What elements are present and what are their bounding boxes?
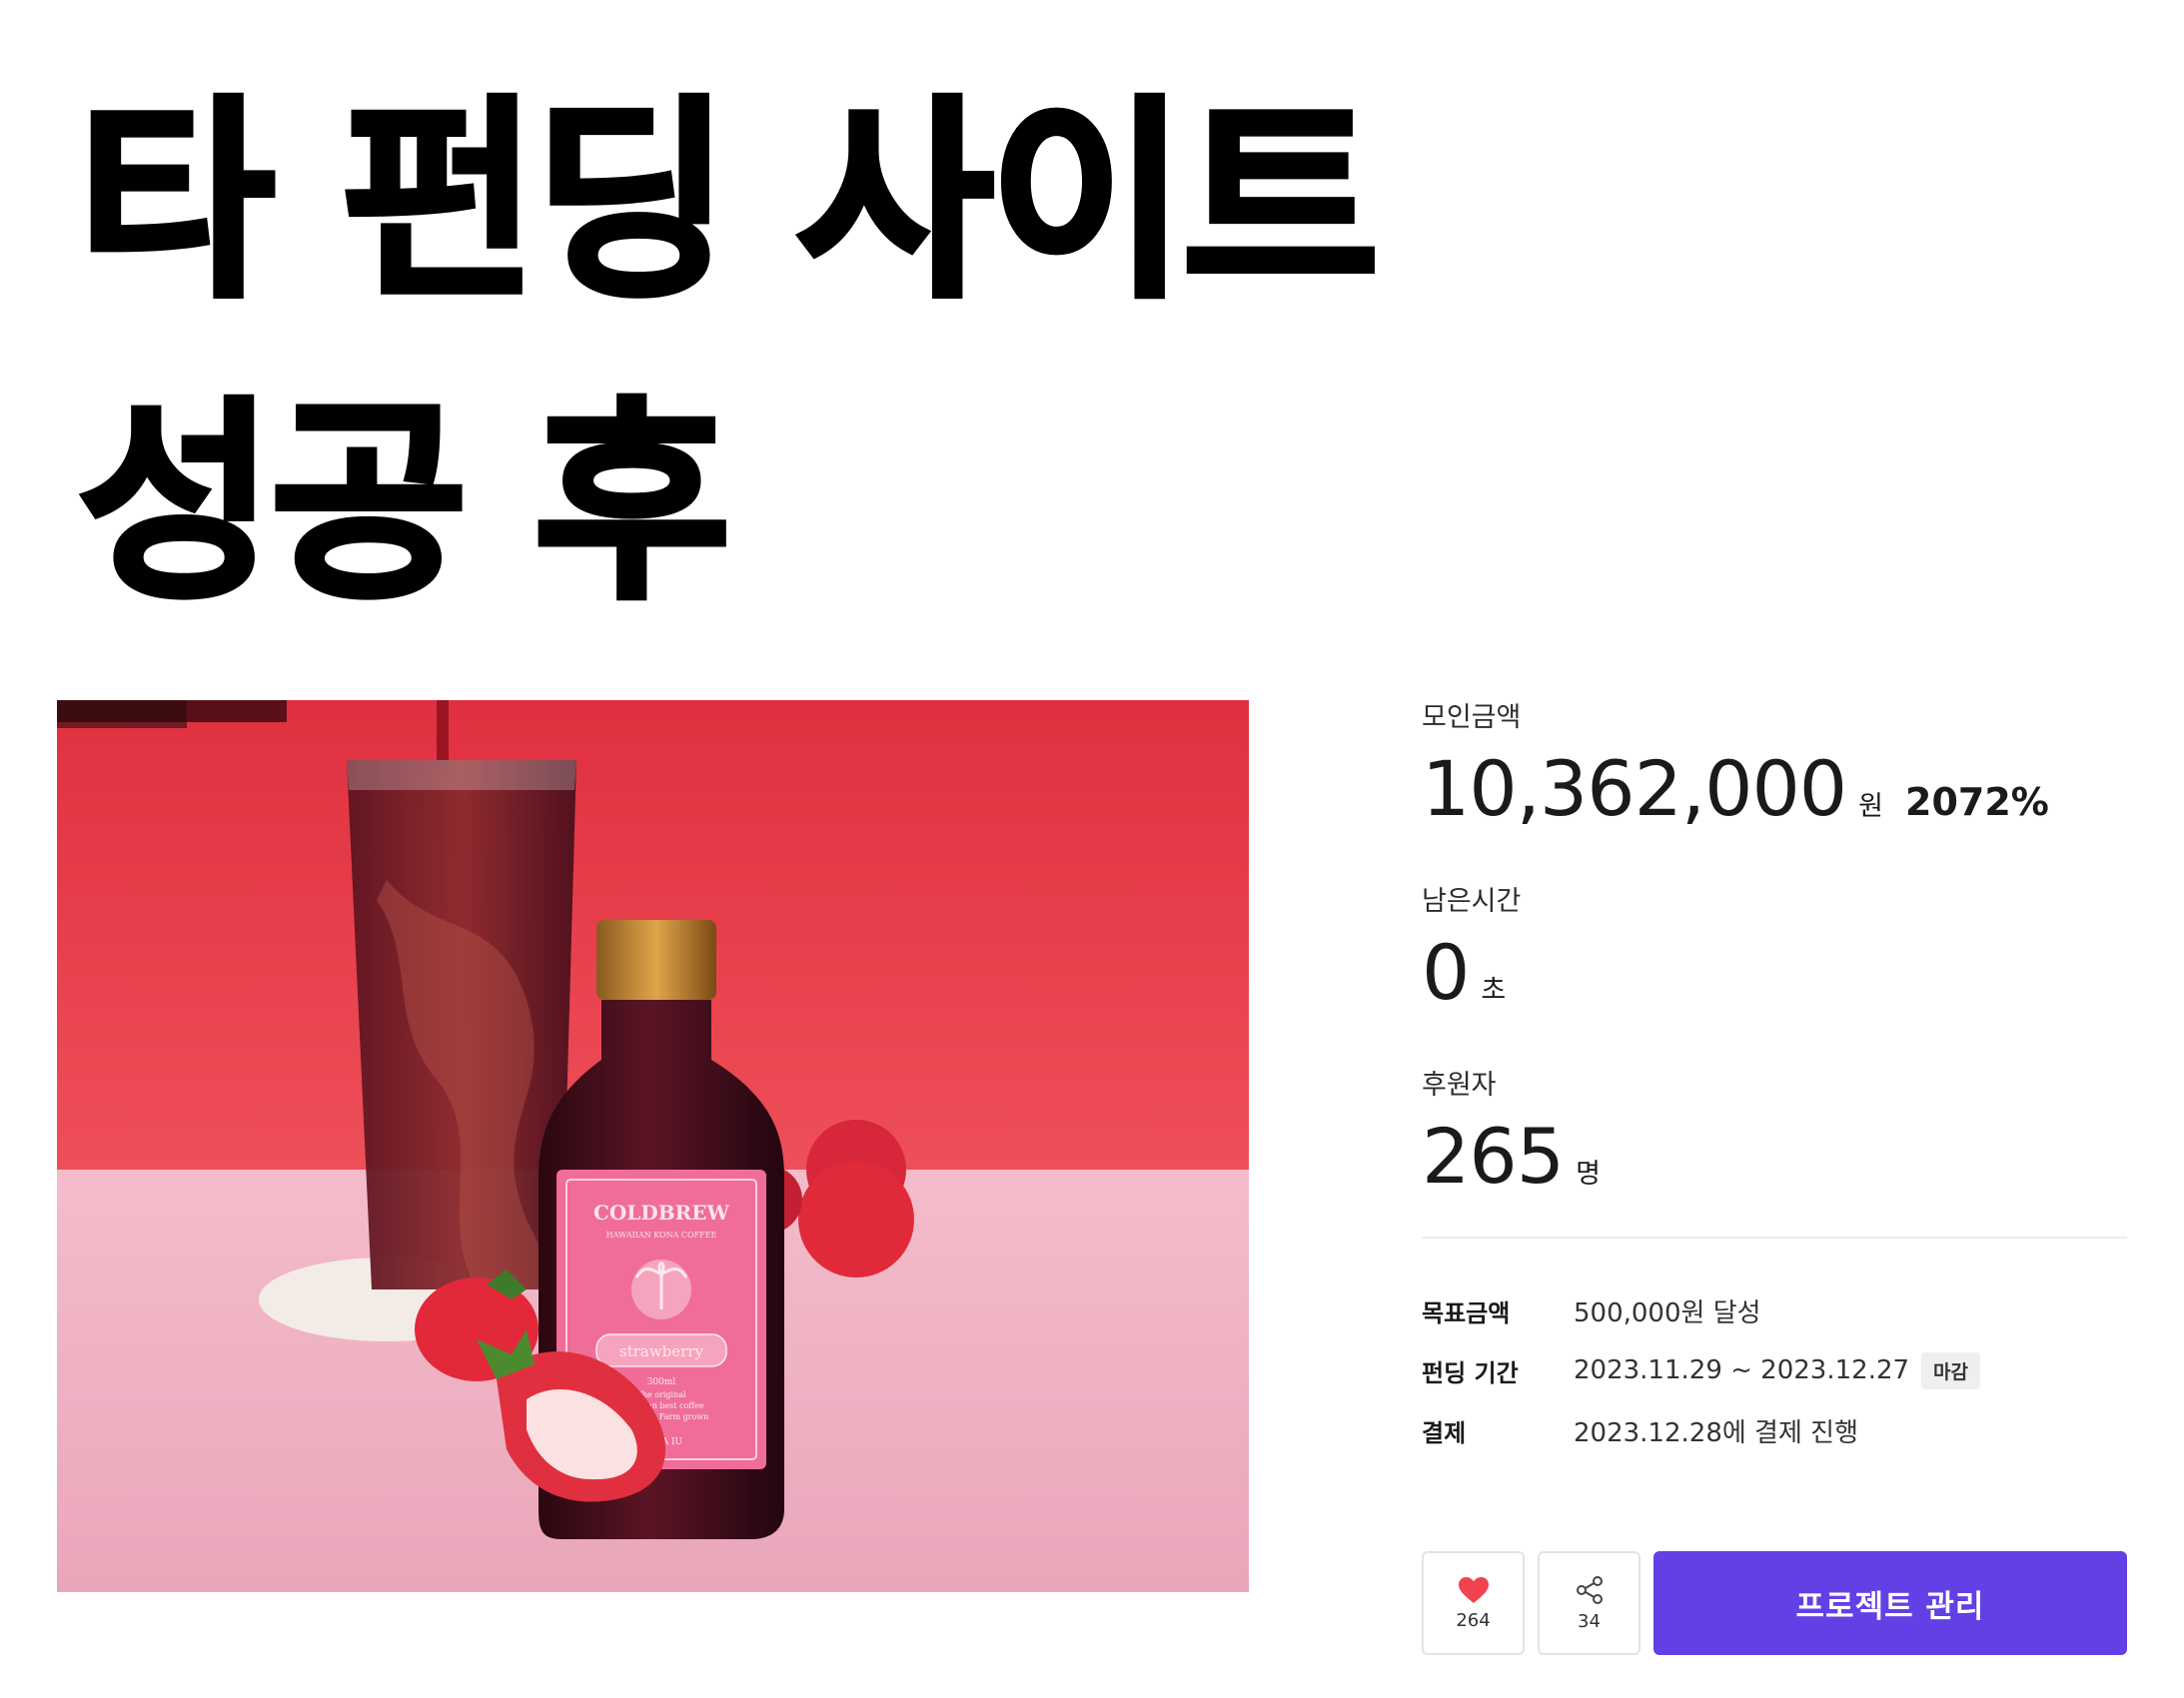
bottle-label-brand: COLDBREW [593,1201,730,1225]
payment-key: 결제 [1422,1418,1467,1447]
closed-badge: 마감 [1921,1351,1981,1389]
raised-amount-value: 10,362,000 [1422,744,1847,833]
product-photo: COLDBREW HAWAIIAN KONA COFFEE strawberry… [57,700,1249,1592]
raised-amount-block: 모인금액 10,362,000 원 2072% [1422,699,2127,835]
bottle-label-flavor: strawberry [619,1342,703,1360]
goal-value: 500,000원 달성 [1574,1297,1761,1328]
share-icon [1576,1575,1603,1604]
period-key: 펀딩 기간 [1422,1358,1519,1387]
remaining-time-block: 남은시간 0 초 [1422,883,2127,1019]
funding-details: 목표금액 500,000원 달성 펀딩 기간 2023.11.29 ~ 2023… [1422,1280,2127,1460]
backers-unit: 명 [1576,1159,1601,1190]
share-count: 34 [1578,1610,1601,1632]
heart-icon [1458,1576,1489,1603]
achievement-percent: 2072% [1905,780,2049,824]
product-photo-illustration: COLDBREW HAWAIIAN KONA COFFEE strawberry… [57,700,1249,1592]
page-headline: 타 펀딩 사이트 성공 후 [75,52,1382,655]
period-value: 2023.11.29 ~ 2023.12.27 [1574,1355,1910,1385]
like-count: 264 [1456,1609,1491,1631]
backers-block: 후원자 265 명 [1422,1067,2127,1203]
headline-line-2: 성공 후 [75,377,733,631]
funding-page: 타 펀딩 사이트 성공 후 COLDBREW HAWAIIAN KONA COF… [0,0,2184,1698]
remaining-time-unit: 초 [1481,975,1507,1006]
action-bar: 264 34 프로젝트 관리 [1422,1551,2127,1655]
bottle-label-sub: HAWAIIAN KONA COFFEE [606,1231,717,1240]
like-button[interactable]: 264 [1422,1551,1525,1655]
backers-value: 265 [1422,1112,1565,1201]
goal-row: 목표금액 500,000원 달성 [1422,1280,2127,1340]
goal-key: 목표금액 [1422,1298,1511,1327]
bottle-label-volume: 300ml [647,1377,676,1387]
funding-stats: 모인금액 10,362,000 원 2072% 남은시간 0 초 후원자 265… [1422,699,2127,1460]
payment-row: 결제 2023.12.28에 결제 진행 [1422,1400,2127,1460]
stats-divider [1422,1237,2127,1239]
manage-project-button[interactable]: 프로젝트 관리 [1653,1551,2127,1655]
payment-value: 2023.12.28에 결제 진행 [1574,1417,1858,1448]
period-row: 펀딩 기간 2023.11.29 ~ 2023.12.27 마감 [1422,1340,2127,1400]
raised-amount-label: 모인금액 [1422,702,1522,733]
raised-amount-unit: 원 [1858,791,1883,822]
remaining-time-value: 0 [1422,928,1470,1017]
headline-line-1: 타 펀딩 사이트 [75,75,1382,330]
remaining-time-label: 남은시간 [1422,886,1522,917]
share-button[interactable]: 34 [1538,1551,1640,1655]
backers-label: 후원자 [1422,1070,1497,1101]
